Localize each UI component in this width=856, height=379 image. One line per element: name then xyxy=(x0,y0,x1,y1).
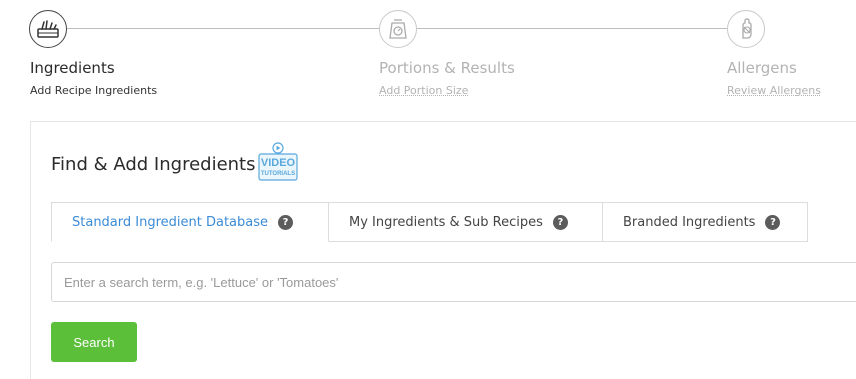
help-icon[interactable]: ? xyxy=(765,214,781,230)
tab-label: Standard Ingredient Database xyxy=(72,214,269,230)
help-icon[interactable]: ? xyxy=(552,214,568,230)
stepper-connector xyxy=(417,28,727,29)
allergen-hand-icon xyxy=(742,18,752,39)
ingredient-source-tabs: Standard Ingredient Database ? My Ingred… xyxy=(51,202,808,242)
step-title-portions[interactable]: Portions & Results xyxy=(379,59,515,77)
add-portion-size-link[interactable]: Add Portion Size xyxy=(379,84,468,97)
video-badge-line2: TUTORIALS xyxy=(261,171,295,177)
step-portions-circle[interactable] xyxy=(379,10,417,48)
chef-board-icon xyxy=(37,20,59,38)
step-ingredients-circle[interactable] xyxy=(29,10,67,48)
panel-title: Find & Add Ingredients xyxy=(51,154,256,175)
stepper-connector xyxy=(67,28,379,29)
ingredient-search-input[interactable] xyxy=(51,262,856,302)
help-icon[interactable]: ? xyxy=(278,214,294,230)
video-badge-line1: VIDEO xyxy=(261,157,296,169)
review-allergens-link[interactable]: Review Allergens xyxy=(727,84,821,97)
step-allergens-circle[interactable] xyxy=(727,10,765,48)
tab-branded-ingredients[interactable]: Branded Ingredients ? xyxy=(603,202,808,242)
scale-icon xyxy=(389,19,407,39)
tab-label: Branded Ingredients xyxy=(623,214,756,230)
step-subtitle-ingredients: Add Recipe Ingredients xyxy=(30,84,158,97)
tab-my-ingredients-sub-recipes[interactable]: My Ingredients & Sub Recipes ? xyxy=(329,202,603,242)
search-button[interactable]: Search xyxy=(51,322,137,362)
video-tutorials-badge[interactable]: VIDEO TUTORIALS xyxy=(257,142,299,182)
tab-standard-ingredient-database[interactable]: Standard Ingredient Database ? xyxy=(51,202,329,242)
step-title-allergens[interactable]: Allergens xyxy=(727,59,797,77)
tab-label: My Ingredients & Sub Recipes xyxy=(349,214,543,230)
step-title-ingredients: Ingredients xyxy=(30,59,115,77)
